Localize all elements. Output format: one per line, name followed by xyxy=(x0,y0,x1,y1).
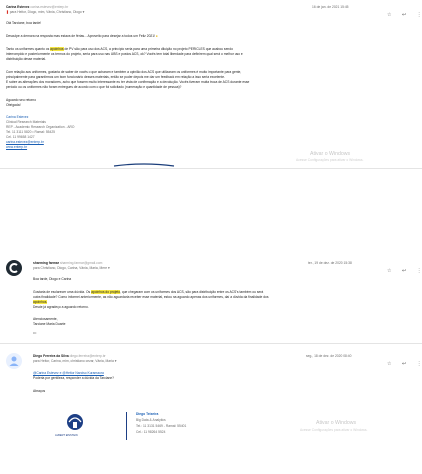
body-paragraph: outra finalidade? Como informei anterior… xyxy=(33,295,269,299)
body-paragraph: período ou os uniformes não foram entreg… xyxy=(6,85,182,89)
windows-activation-title: Ativar o Windows xyxy=(316,420,357,426)
signature-logo xyxy=(104,154,184,167)
recipients[interactable]: ❚ para Heitor, Diogo, mim, Vânia, Christ… xyxy=(6,10,84,14)
email-1-header: Carina Estevez carina.estevez@enterp.br xyxy=(6,5,68,9)
signature-line: REP - Academic Research Organization - A… xyxy=(6,125,75,129)
body-paragraph: principalmente para garantirmos um bom f… xyxy=(6,75,225,79)
sender-name[interactable]: sharming farmar xyxy=(33,261,59,265)
sender-email: sharming.farmar@gmail.com xyxy=(59,261,103,265)
sender-email: diego.ferreira@enterp.br xyxy=(69,354,106,358)
signature-name: Diego Teixeira xyxy=(136,412,159,416)
company-logo: ALBERT EINSTEIN xyxy=(33,410,117,444)
emoji-icon: ● xyxy=(155,34,158,38)
sender-avatar[interactable] xyxy=(6,260,22,276)
more-options-icon[interactable]: ⋮ xyxy=(417,12,422,18)
signature-line: Cel.: 11 98264 5524 xyxy=(136,430,166,434)
divider xyxy=(0,168,422,169)
sender-email: carina.estevez@enterp.br xyxy=(30,5,69,9)
signature-name: Carina Estevez xyxy=(6,115,29,119)
closing: Aguardo seu retorno xyxy=(6,98,37,102)
recipients[interactable]: para Heitor, Carina, mim, christiano cez… xyxy=(33,359,116,363)
windows-activation-subtitle: Acesse Configurações para ativar o Windo… xyxy=(296,158,364,162)
signature-name: Tarciane Maria Duarte xyxy=(33,322,66,326)
body-paragraph: distribuição desse material. xyxy=(6,57,46,61)
email-3-actions: ☆ ↩ ⋮ xyxy=(387,352,422,370)
important-icon: ❚ xyxy=(6,10,9,14)
reply-icon[interactable]: ↩ xyxy=(402,268,406,274)
signature-email-link[interactable]: carina.estevez@enterp.br xyxy=(6,140,44,144)
more-options-icon[interactable]: ⋮ xyxy=(417,361,422,367)
email-3-header: Diego Ferreira da Silva diego.ferreira@e… xyxy=(33,354,106,358)
recipients[interactable]: para Christiano, Diogo, Carina, Vânia, M… xyxy=(33,266,110,270)
email-date: ter., 19 de dez. de 2020 15:38 xyxy=(308,261,352,265)
person-icon xyxy=(9,356,19,366)
windows-activation-title: Ativar o Windows xyxy=(310,151,351,157)
body-paragraph: Desde já agradeço a aguardo retorno. xyxy=(33,305,89,309)
email-2-actions: ☆ ↩ ⋮ xyxy=(387,259,422,277)
reply-icon[interactable]: ↩ xyxy=(402,361,406,367)
signature-divider xyxy=(126,412,127,440)
more-options-icon[interactable]: ⋮ xyxy=(417,268,422,274)
signature-line: Atenciosamente, xyxy=(33,317,58,321)
closing: Obrigada! xyxy=(6,103,21,107)
email-2-header: sharming farmar sharming.farmar@gmail.co… xyxy=(33,261,102,265)
signature-line: Tel.: 11 3131 5469 - Ramal: 55401 xyxy=(136,424,187,428)
greeting: Boa tarde, Diogo e Carina xyxy=(33,277,72,281)
body-paragraph: apoinhos. xyxy=(33,300,48,304)
einstein-logo-icon xyxy=(67,414,83,430)
email-1-actions: ☆ ↩ ⋮ xyxy=(387,3,422,21)
body-paragraph: Tanto os uniformes quanto os apoinhos de… xyxy=(6,47,233,51)
star-icon[interactable]: ☆ xyxy=(387,361,391,367)
logo-caption: ALBERT EINSTEIN xyxy=(55,434,78,437)
signature-line: Clinical Research Materials xyxy=(6,120,46,124)
sender-name[interactable]: Diego Ferreira da Silva xyxy=(33,354,69,358)
body-paragraph: Com relação aos uniformes, gostaria de s… xyxy=(6,70,242,74)
body-paragraph: Gostaria de esclarecer uma dúvida. Os ap… xyxy=(33,290,264,294)
star-icon[interactable]: ☆ xyxy=(387,268,391,274)
show-trimmed-content-button[interactable]: ••• xyxy=(33,331,36,335)
body-paragraph: E sobre as alterações dos moradores, ach… xyxy=(6,80,250,84)
signature-line: Tel. 11 3111 5820 • Ramal: 55425 xyxy=(6,130,55,134)
reply-icon[interactable]: ↩ xyxy=(402,12,406,18)
mention-links[interactable]: @Carina Estevez e @Heitor Narciso Kurama… xyxy=(33,371,104,375)
body-paragraph: interrompido e posteriormente os termos … xyxy=(6,52,243,56)
body-paragraph: Desculpe a demora na resposta mas estava… xyxy=(6,34,158,38)
email-date: seg., 18 de dez. de 2020 08:40 xyxy=(306,354,352,358)
body-paragraph: Poderia por gentileza, responder a dúvid… xyxy=(33,376,114,380)
signature-line: Cel. 11 99658 1427 xyxy=(6,135,35,139)
signature-website-link[interactable]: www.enterp.br xyxy=(6,145,27,149)
star-icon[interactable]: ☆ xyxy=(387,12,391,18)
email-date: 16 de jan. de 2021 15:45 xyxy=(312,5,349,9)
signature-line: Big Data & Analytics xyxy=(136,418,166,422)
divider xyxy=(0,343,422,344)
greeting: Olá Tarciane, boa tarde! xyxy=(6,21,42,25)
sender-name[interactable]: Carina Estevez xyxy=(6,5,29,9)
closing: Abraços xyxy=(33,389,46,393)
avatar-c-icon xyxy=(9,263,18,273)
windows-activation-subtitle: Acesse Configurações para ativar o Windo… xyxy=(300,428,368,432)
sender-avatar[interactable] xyxy=(6,353,22,369)
